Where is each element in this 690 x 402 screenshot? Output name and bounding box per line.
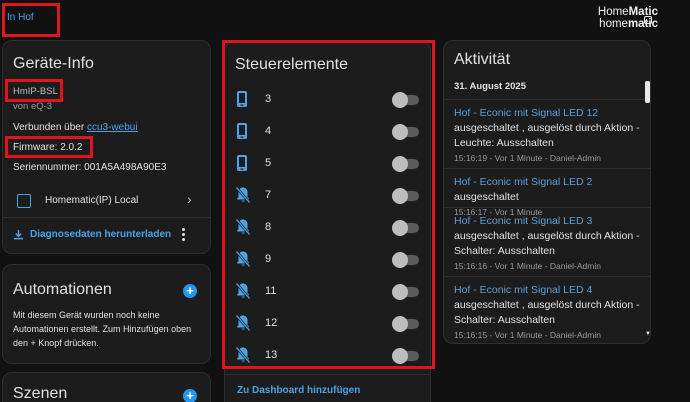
highlight-box	[222, 40, 435, 369]
card-title: Automationen	[13, 281, 112, 298]
logo-part-bold: matic	[627, 18, 658, 30]
activity-entry: Hof - Econic mit Signal LED 3 ausgeschal…	[454, 214, 640, 259]
activity-device-link[interactable]: Hof - Econic mit Signal LED 2	[454, 176, 592, 188]
connected-via: Verbunden über ccu3-webui	[13, 122, 138, 133]
download-label: Diagnosedaten herunterladen	[30, 229, 172, 240]
logo-part: home	[599, 18, 628, 30]
activity-text: ausgeschaltet	[454, 191, 519, 203]
activity-meta: 15:16:15 - Vor 1 Minute - Daniel-Admin	[454, 330, 601, 340]
activity-entry: Hof - Econic mit Signal LED 2 ausgeschal…	[454, 175, 640, 205]
add-to-dashboard-button[interactable]: Zu Dashboard hinzufügen	[237, 385, 360, 396]
card-title: Szenen	[13, 385, 68, 402]
logo-part: Home	[597, 6, 629, 18]
card-title: Geräte-Info	[13, 55, 94, 72]
integration-name: Homematic(IP) Local	[45, 195, 139, 206]
integration-row[interactable]: Homematic(IP) Local ›	[3, 185, 210, 215]
activity-meta: 15:16:16 - Vor 1 Minute - Daniel-Admin	[454, 261, 601, 271]
automations-empty-text: Mit diesem Gerät wurden noch keine Autom…	[13, 310, 192, 348]
divider	[225, 374, 430, 375]
more-vert-icon[interactable]	[181, 227, 187, 241]
activity-text: ausgeschaltet , ausgelöst durch Aktion -…	[454, 230, 640, 257]
activity-device-link[interactable]: Hof - Econic mit Signal LED 12	[454, 107, 598, 119]
connected-prefix: Verbunden über	[13, 122, 87, 133]
automations-card: Automationen + Mit diesem Gerät wurden n…	[2, 264, 211, 364]
highlight-box	[5, 79, 63, 102]
scroll-down-icon[interactable]: ▼	[645, 331, 650, 337]
download-icon	[13, 229, 24, 240]
activity-text: ausgeschaltet , ausgelöst durch Aktion -…	[454, 122, 640, 149]
highlight-box	[2, 3, 60, 37]
add-automation-icon[interactable]: +	[183, 284, 197, 298]
activity-entry: Hof - Econic mit Signal LED 12 ausgescha…	[454, 106, 640, 151]
scenes-card: Szenen +	[2, 372, 211, 402]
scrollbar-thumb[interactable]	[645, 81, 650, 103]
integration-logo-icon	[17, 194, 31, 208]
logo-badge-icon	[644, 16, 652, 24]
activity-device-link[interactable]: Hof - Econic mit Signal LED 4	[454, 284, 592, 296]
card-title: Aktivität	[454, 51, 511, 68]
highlight-box	[5, 136, 93, 158]
divider	[3, 217, 210, 218]
activity-entry: Hof - Econic mit Signal LED 4 ausgeschal…	[454, 283, 640, 328]
activity-card: Aktivität 31. August 2025 Hof - Econic m…	[443, 40, 651, 344]
activity-text: ausgeschaltet , ausgelöst durch Aktion -…	[454, 299, 640, 326]
serial-number: Seriennummer: 001A5A498A90E3	[13, 162, 167, 173]
activity-date: 31. August 2025	[454, 81, 526, 92]
activity-meta: 15:16:19 - Vor 1 Minute - Daniel-Admin	[454, 153, 601, 163]
activity-item: Hof - Econic mit Signal LED 4 ausgeschal…	[444, 276, 650, 340]
activity-device-link[interactable]: Hof - Econic mit Signal LED 3	[454, 215, 592, 227]
device-manufacturer: von eQ-3	[13, 101, 53, 112]
chevron-right-icon: ›	[187, 191, 192, 207]
activity-item: Hof - Econic mit Signal LED 3 ausgeschal…	[444, 207, 650, 271]
activity-item: Hof - Econic mit Signal LED 12 ausgescha…	[444, 99, 650, 163]
add-scene-icon[interactable]: +	[183, 389, 197, 402]
ccu3-webui-link[interactable]: ccu3-webui	[87, 122, 138, 133]
